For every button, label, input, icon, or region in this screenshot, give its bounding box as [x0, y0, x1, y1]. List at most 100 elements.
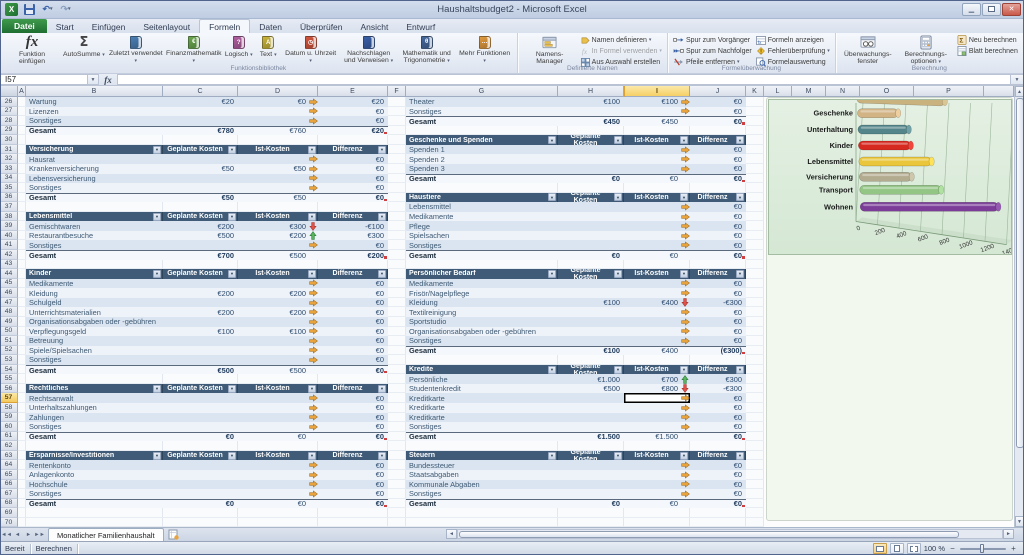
grid-cell[interactable] [163, 517, 238, 528]
row-header-33[interactable]: 33 [0, 163, 18, 174]
row-header-64[interactable]: 64 [0, 460, 18, 470]
formula-input[interactable] [117, 74, 1010, 85]
grid-cell-diff[interactable]: €0 [318, 192, 388, 203]
grid-cell[interactable] [388, 403, 406, 413]
sheet-tab[interactable]: Monatlicher Familienhaushalt [48, 528, 164, 541]
row-header-63[interactable]: 63 [0, 450, 18, 461]
grid-cell-diff[interactable]: €0 [318, 106, 388, 117]
grid-cell-diff[interactable]: €0 [690, 316, 746, 327]
grid-cell-label[interactable]: Lizenzen [26, 106, 163, 117]
grid-cell-planned[interactable] [163, 469, 238, 480]
grid-cell[interactable] [388, 202, 406, 212]
grid-cell-actual[interactable] [238, 336, 318, 346]
grid-cell[interactable] [18, 393, 26, 403]
grid-cell-actual[interactable]: €0 [624, 250, 690, 260]
grid-cell-diff[interactable]: €0 [690, 489, 746, 499]
grid-cell-actual[interactable]: €0 [238, 498, 318, 509]
grid-cell-diff[interactable]: €0 [690, 393, 746, 403]
grid-cell-label[interactable]: Rentenkonto [26, 460, 163, 470]
grid-cell-actual[interactable] [238, 106, 318, 117]
grid-cell-diff[interactable]: €0 [318, 326, 388, 337]
grid-cell-planned[interactable] [558, 307, 624, 317]
grid-cell[interactable] [163, 374, 238, 384]
grid-cell-label[interactable]: Krankenversicherung [26, 163, 163, 174]
grid-cell[interactable] [388, 326, 406, 337]
grid-cell-diff[interactable]: €0 [318, 412, 388, 423]
grid-cell[interactable] [406, 125, 558, 136]
filter-button[interactable]: ▼ [308, 384, 316, 393]
grid-cell[interactable] [746, 469, 764, 480]
filter-button[interactable]: ▼ [614, 193, 622, 202]
row-header-43[interactable]: 43 [0, 259, 18, 270]
grid-cell-actual[interactable] [238, 278, 318, 289]
grid-cell[interactable] [388, 269, 406, 279]
name-box-dropdown-icon[interactable]: ▼ [88, 74, 99, 85]
filter-button[interactable]: ▼ [228, 145, 236, 154]
formeln-anzeigen-button[interactable]: fx Formeln anzeigen [754, 35, 832, 45]
grid-cell[interactable] [558, 441, 624, 451]
grid-cell-diff[interactable]: €0 [318, 183, 388, 193]
budget-chart[interactable]: 0 200 400 600 800 1000 1200 1400 Geschenke Unterh… [766, 93, 1017, 521]
grid-cell-label[interactable]: Gemischtwaren [26, 221, 163, 231]
grid-cell-label[interactable]: Sonstiges [26, 183, 163, 193]
grid-cell-diff[interactable]: €0 [690, 479, 746, 490]
grid-cell-diff[interactable]: -€300 [690, 383, 746, 394]
normal-view-icon[interactable] [872, 543, 887, 554]
grid-cell[interactable] [18, 259, 26, 270]
zoom-slider-thumb[interactable] [980, 544, 984, 553]
selected-cell[interactable] [624, 393, 690, 403]
ribbon-tab-seitenlayout[interactable]: Seitenlayout [134, 20, 199, 33]
grid-cell-label[interactable]: Gesamt [26, 192, 163, 203]
grid-cell-planned[interactable] [558, 278, 624, 289]
prev-sheet-icon[interactable]: ◄ [13, 530, 22, 540]
grid-cell-planned[interactable]: €100 [558, 297, 624, 308]
next-sheet-icon[interactable]: ► [24, 530, 33, 540]
grid-cell[interactable] [388, 278, 406, 289]
mehr-funktionen-button[interactable]: … Mehr Funktionen ▾ [456, 34, 514, 65]
grid-cell-diff[interactable]: (€300) [690, 345, 746, 356]
grid-cell[interactable] [690, 125, 746, 136]
grid-cell-diff[interactable]: €0 [690, 336, 746, 346]
filter-button[interactable]: ▼ [736, 365, 744, 374]
grid-cell-planned[interactable]: €200 [163, 288, 238, 298]
grid-cell[interactable] [388, 230, 406, 241]
grid-cell-planned[interactable]: €0 [163, 431, 238, 442]
grid-cell[interactable] [746, 106, 764, 117]
grid-cell-planned[interactable] [558, 154, 624, 164]
grid-cell[interactable] [406, 259, 558, 270]
grid-cell[interactable] [406, 183, 558, 193]
grid-cell-planned[interactable] [558, 240, 624, 250]
grid-cell[interactable] [746, 211, 764, 222]
grid-cell[interactable] [163, 202, 238, 212]
datum-u-uhrzeit-button[interactable]: ◷ Datum u. Uhrzeit ▾ [282, 34, 340, 65]
filter-button[interactable]: ▼ [378, 145, 386, 154]
grid-cell-label[interactable]: Hochschule [26, 479, 163, 490]
grid-cell-actual[interactable]: €50 [238, 163, 318, 174]
filter-button[interactable]: ▼ [228, 384, 236, 393]
grid-cell-actual[interactable]: €0 [238, 97, 318, 107]
grid-cell-label[interactable]: Theater [406, 97, 558, 107]
grid-cell-diff[interactable]: €0 [690, 403, 746, 413]
redo-icon[interactable]: ↷ ▾ [58, 2, 73, 16]
grid-cell-actual[interactable] [624, 221, 690, 231]
grid-cell-actual[interactable] [624, 163, 690, 174]
grid-cell-planned[interactable]: €100 [558, 345, 624, 356]
grid-cell[interactable] [746, 489, 764, 499]
row-header-28[interactable]: 28 [0, 116, 18, 126]
grid-cell-diff[interactable]: €0 [690, 116, 746, 126]
grid-cell[interactable] [163, 441, 238, 451]
grid-cell-planned[interactable] [558, 422, 624, 432]
grid-cell-planned[interactable] [558, 403, 624, 413]
spur-zum-nachfolger-button[interactable]: Spur zum Nachfolger [671, 46, 754, 56]
row-header-60[interactable]: 60 [0, 422, 18, 432]
finanzmathematik-button[interactable]: € Finanzmathematik ▾ [165, 34, 223, 65]
grid-cell-planned[interactable]: €0 [558, 498, 624, 509]
blatt-berechnen-button[interactable]: Blatt berechnen [955, 46, 1020, 56]
grid-cell-label[interactable]: Kleidung [26, 288, 163, 298]
grid-cell[interactable] [18, 278, 26, 289]
grid-cell-actual[interactable] [624, 202, 690, 212]
grid-cell-planned[interactable] [163, 422, 238, 432]
grid-cell-label[interactable]: Medikamente [26, 278, 163, 289]
grid-cell-actual[interactable] [624, 278, 690, 289]
grid-cell[interactable] [558, 517, 624, 528]
